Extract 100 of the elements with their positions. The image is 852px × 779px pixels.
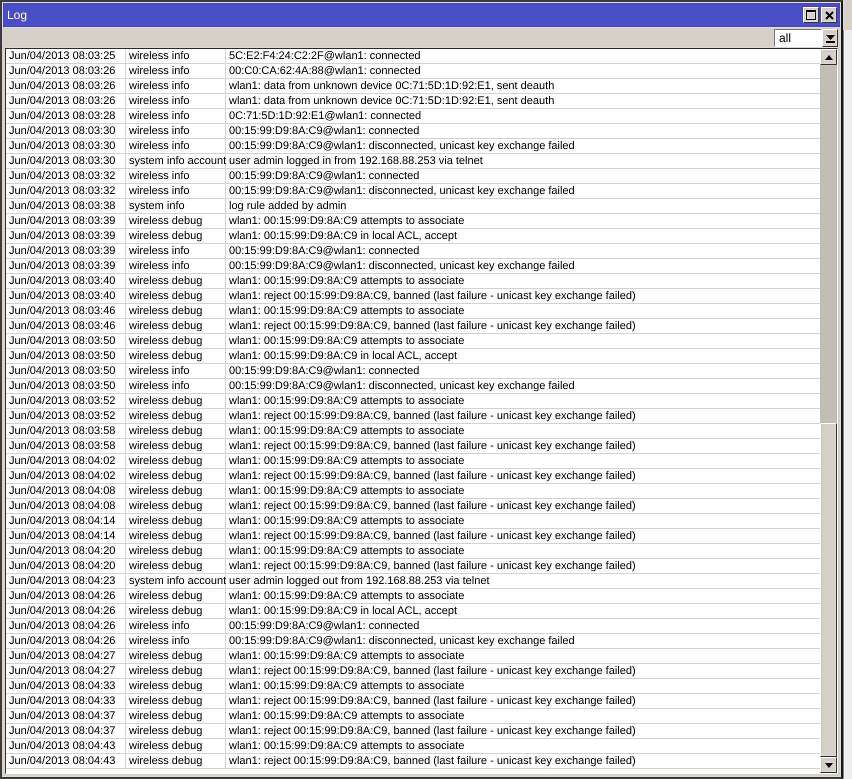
table-cell: Jun/04/2013 08:04:26 [6,619,126,633]
table-cell: Jun/04/2013 08:03:30 [6,139,126,153]
table-cell: wireless debug [126,484,226,498]
table-cell-text: wlan1: 00:15:99:D9:8A:C9 attempts to associate [228,214,466,228]
table-cell-text: wlan1: 00:15:99:D9:8A:C9 attempts to associate [228,649,466,663]
scroll-up-button[interactable] [820,49,837,65]
table-cell: wireless debug [126,529,226,543]
table-cell: Jun/04/2013 08:04:37 [6,724,126,738]
table-cell: Jun/04/2013 08:03:39 [6,214,126,228]
table-cell: system info [126,199,226,213]
table-cell-text: 00:15:99:D9:8A:C9@wlan1: disconnected, unicast key exchange failed [228,139,576,153]
table-cell-text: wlan1: 00:15:99:D9:8A:C9 attempts to associate [228,739,466,753]
table-cell: wireless debug [126,709,226,723]
table-cell: wireless debug [126,439,226,453]
table-cell: Jun/04/2013 08:03:32 [6,184,126,198]
table-cell: Jun/04/2013 08:03:52 [6,394,126,408]
table-cell: wireless debug [126,739,226,753]
dropdown-button[interactable] [822,28,838,46]
table-cell: Jun/04/2013 08:04:26 [6,589,126,603]
table-cell: wireless debug [126,349,226,363]
table-cell: wireless debug [126,454,226,468]
table-cell: wireless info [126,94,226,108]
table-cell: Jun/04/2013 08:04:27 [6,664,126,678]
table-cell-text: wlan1: 00:15:99:D9:8A:C9 attempts to associate [228,589,466,603]
table-cell: Jun/04/2013 08:03:30 [6,124,126,138]
filter-field[interactable]: all [774,28,822,46]
table-cell: Jun/04/2013 08:03:50 [6,334,126,348]
table-cell-text: wlan1: reject 00:15:99:D9:8A:C9, banned (last failure - unicast key exchange failed) [228,499,637,513]
table-cell-text: wlan1: 00:15:99:D9:8A:C9 attempts to associate [228,514,466,528]
table-cell: Jun/04/2013 08:03:58 [6,439,126,453]
table-cell: Jun/04/2013 08:04:26 [6,634,126,648]
scroll-down-button[interactable] [820,757,837,773]
table-cell: Jun/04/2013 08:04:23 [6,574,126,588]
table-cell: wireless info [126,49,226,63]
table-cell: Jun/04/2013 08:04:08 [6,484,126,498]
table-cell: wireless debug [126,679,226,693]
table-cell: wireless debug [126,664,226,678]
table-cell: wireless info [126,184,226,198]
table-cell: wireless debug [126,304,226,318]
table-cell: Jun/04/2013 08:04:08 [6,499,126,513]
table-cell: Jun/04/2013 08:03:40 [6,274,126,288]
table-cell-text: 00:15:99:D9:8A:C9@wlan1: disconnected, unicast key exchange failed [228,259,576,273]
table-cell: Jun/04/2013 08:03:25 [6,49,126,63]
table-cell: wireless debug [126,319,226,333]
table-cell-text: 5C:E2:F4:24:C2:2F@wlan1: connected [228,49,422,63]
table-cell: wireless debug [126,289,226,303]
maximize-icon [806,10,816,20]
table-cell: wireless debug [126,724,226,738]
down-arrow-icon [824,762,832,768]
table-cell: wireless info [126,634,226,648]
table-cell-text: log rule added by admin [228,199,348,213]
table-cell: wireless info [126,124,226,138]
table-cell-text: wlan1: 00:15:99:D9:8A:C9 attempts to associate [228,679,466,693]
table-cell: Jun/04/2013 08:03:26 [6,79,126,93]
table-cell: wireless debug [126,229,226,243]
table-cell: wireless debug [126,559,226,573]
table-cell: wireless debug [126,694,226,708]
table-cell-text: 0C:71:5D:1D:92:E1@wlan1: connected [228,109,422,123]
table-cell-text: wlan1: reject 00:15:99:D9:8A:C9, banned (last failure - unicast key exchange failed) [228,469,637,483]
table-cell: system info account [126,574,226,588]
table-cell-text: wlan1: reject 00:15:99:D9:8A:C9, banned (last failure - unicast key exchange failed) [228,409,637,423]
table-cell: Jun/04/2013 08:03:39 [6,229,126,243]
close-button[interactable] [821,7,837,23]
table-cell: wireless debug [126,604,226,618]
table-cell: Jun/04/2013 08:03:58 [6,424,126,438]
table-cell-text: wlan1: reject 00:15:99:D9:8A:C9, banned (last failure - unicast key exchange failed) [228,439,637,453]
table-cell-text: wlan1: reject 00:15:99:D9:8A:C9, banned (last failure - unicast key exchange failed) [228,529,637,543]
maximize-button[interactable] [803,7,819,23]
table-cell: wireless debug [126,424,226,438]
table-cell: Jun/04/2013 08:04:02 [6,469,126,483]
up-arrow-icon [824,54,832,60]
table-cell: system info account [126,154,226,168]
table-cell-text: wlan1: reject 00:15:99:D9:8A:C9, banned (last failure - unicast key exchange failed) [228,754,637,768]
table-cell-text: wlan1: reject 00:15:99:D9:8A:C9, banned (last failure - unicast key exchange failed) [228,289,637,303]
table-cell: Jun/04/2013 08:03:50 [6,364,126,378]
table-cell: Jun/04/2013 08:03:40 [6,289,126,303]
table-cell-text: wlan1: data from unknown device 0C:71:5D:1D:92:E1, sent deauth [228,79,556,93]
table-cell: Jun/04/2013 08:03:28 [6,109,126,123]
table-cell: Jun/04/2013 08:03:26 [6,94,126,108]
scroll-thumb[interactable] [820,423,837,757]
table-cell: Jun/04/2013 08:04:33 [6,679,126,693]
table-cell: Jun/04/2013 08:03:32 [6,169,126,183]
table-cell: wireless debug [126,544,226,558]
table-cell-text: wlan1: reject 00:15:99:D9:8A:C9, banned (last failure - unicast key exchange failed) [228,319,637,333]
table-cell: wireless debug [126,589,226,603]
table-cell-text: wlan1: data from unknown device 0C:71:5D:1D:92:E1, sent deauth [228,94,556,108]
table-cell: Jun/04/2013 08:03:50 [6,349,126,363]
table-cell: Jun/04/2013 08:04:20 [6,559,126,573]
table-cell: wireless debug [126,469,226,483]
table-cell-text: wlan1: 00:15:99:D9:8A:C9 in local ACL, accept [228,349,458,363]
table-cell-text: wlan1: reject 00:15:99:D9:8A:C9, banned (last failure - unicast key exchange failed) [228,559,637,573]
table-cell: Jun/04/2013 08:04:14 [6,514,126,528]
table-cell: Jun/04/2013 08:03:50 [6,379,126,393]
table-cell-text: wlan1: 00:15:99:D9:8A:C9 attempts to associate [228,304,466,318]
table-cell: wireless debug [126,499,226,513]
table-cell: Jun/04/2013 08:04:43 [6,754,126,768]
table-cell: Jun/04/2013 08:04:26 [6,604,126,618]
table-cell-text: wlan1: 00:15:99:D9:8A:C9 attempts to associate [228,334,466,348]
table-cell-text: wlan1: reject 00:15:99:D9:8A:C9, banned (last failure - unicast key exchange failed) [228,664,637,678]
scrollbar[interactable] [820,49,837,773]
